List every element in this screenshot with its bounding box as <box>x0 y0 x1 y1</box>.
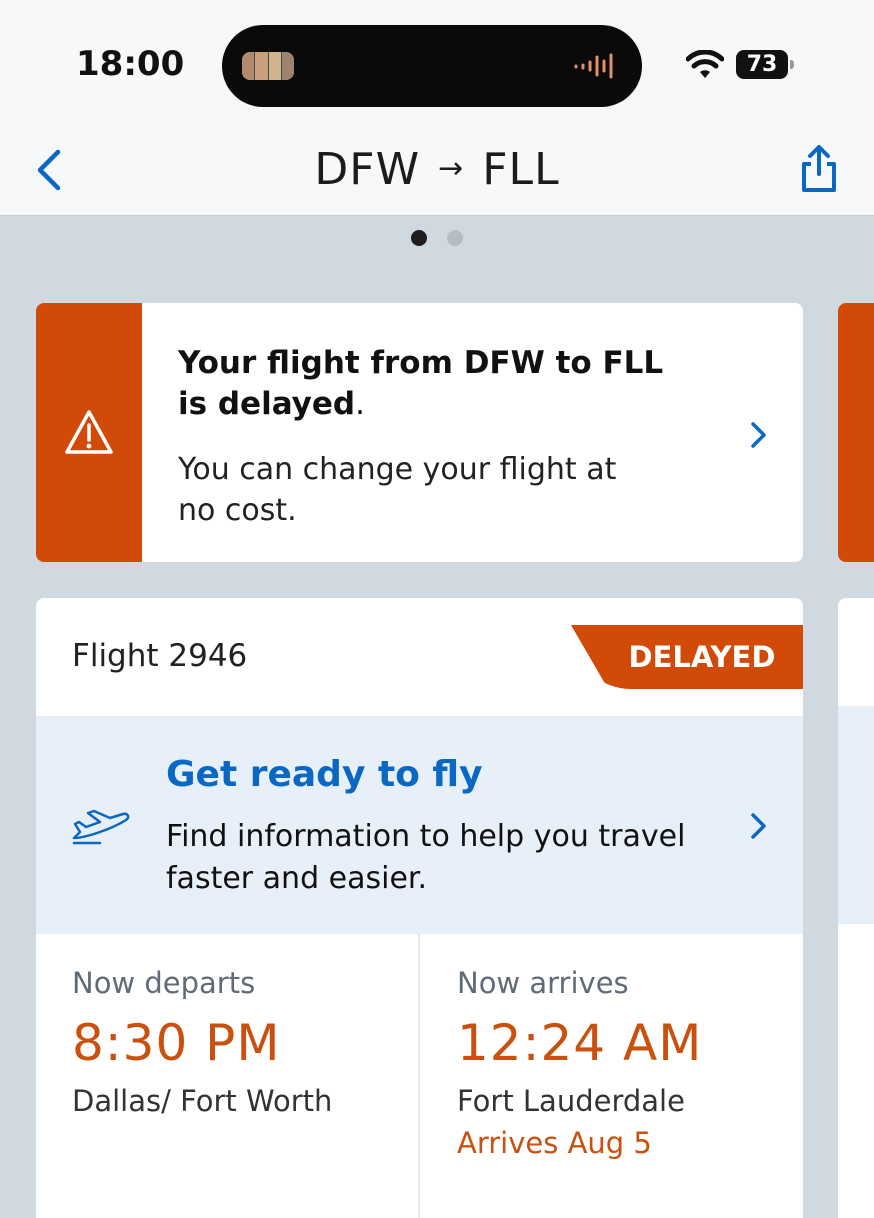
page-indicator[interactable] <box>0 230 874 250</box>
route-arrow: → <box>438 151 465 186</box>
warning-icon <box>65 410 113 454</box>
departure-city: Dallas/ Fort Worth <box>72 1084 333 1118</box>
column-divider <box>418 934 420 1218</box>
route-title: DFW → FLL <box>0 144 874 195</box>
flight-card: Flight 2946 DELAYED Get ready to fly Fin… <box>36 598 803 1218</box>
flight-number: Flight 2946 <box>72 638 248 674</box>
nav-bar: DFW → FLL <box>0 120 874 216</box>
next-alert-card-peek[interactable] <box>838 303 874 562</box>
departure-label: Now departs <box>72 966 256 1000</box>
arrival-column: Now arrives 12:24 AM Fort Lauderdale Arr… <box>457 966 702 1160</box>
battery-icon: 73 <box>736 50 794 79</box>
status-time: 18:00 <box>76 44 185 84</box>
status-badge: DELAYED <box>571 625 803 689</box>
next-card-info-peek <box>838 706 874 924</box>
delay-alert-card[interactable]: Your flight from DFW to FLL is delayed. … <box>36 303 803 562</box>
alert-body: You can change your flight at no cost. <box>178 452 617 528</box>
get-ready-description: Find information to help you travel fast… <box>166 819 686 896</box>
alert-strip <box>36 303 142 562</box>
alert-title-period: . <box>355 386 365 422</box>
alert-title: Your flight from DFW to FLL is delayed. <box>178 343 698 425</box>
arrival-city: Fort Lauderdale <box>457 1084 685 1118</box>
page-dot <box>447 230 463 246</box>
departure-column: Now departs 8:30 PM Dallas/ Fort Worth <box>72 966 332 1118</box>
departure-time: 8:30 PM <box>72 1014 281 1072</box>
chevron-right-icon <box>751 813 766 839</box>
dynamic-island[interactable] <box>222 25 642 107</box>
arrival-time: 12:24 AM <box>457 1014 703 1072</box>
page-dot-active <box>411 230 427 246</box>
destination-code: FLL <box>482 144 560 195</box>
chevron-right-icon <box>751 422 766 448</box>
origin-code: DFW <box>314 144 421 195</box>
airplane-icon <box>72 809 130 845</box>
audio-wave-icon <box>574 53 613 79</box>
get-ready-title: Get ready to fly <box>166 754 483 795</box>
wifi-icon <box>686 50 724 78</box>
alert-title-text: Your flight from DFW to FLL is delayed <box>178 345 664 422</box>
status-bar: 18:00 73 <box>0 0 874 120</box>
arrival-label: Now arrives <box>457 966 629 1000</box>
get-ready-row[interactable]: Get ready to fly Find information to hel… <box>36 716 803 934</box>
arrival-date-note: Arrives Aug 5 <box>457 1126 652 1160</box>
share-icon[interactable] <box>796 144 842 194</box>
live-activity-thumbnail <box>242 52 294 80</box>
